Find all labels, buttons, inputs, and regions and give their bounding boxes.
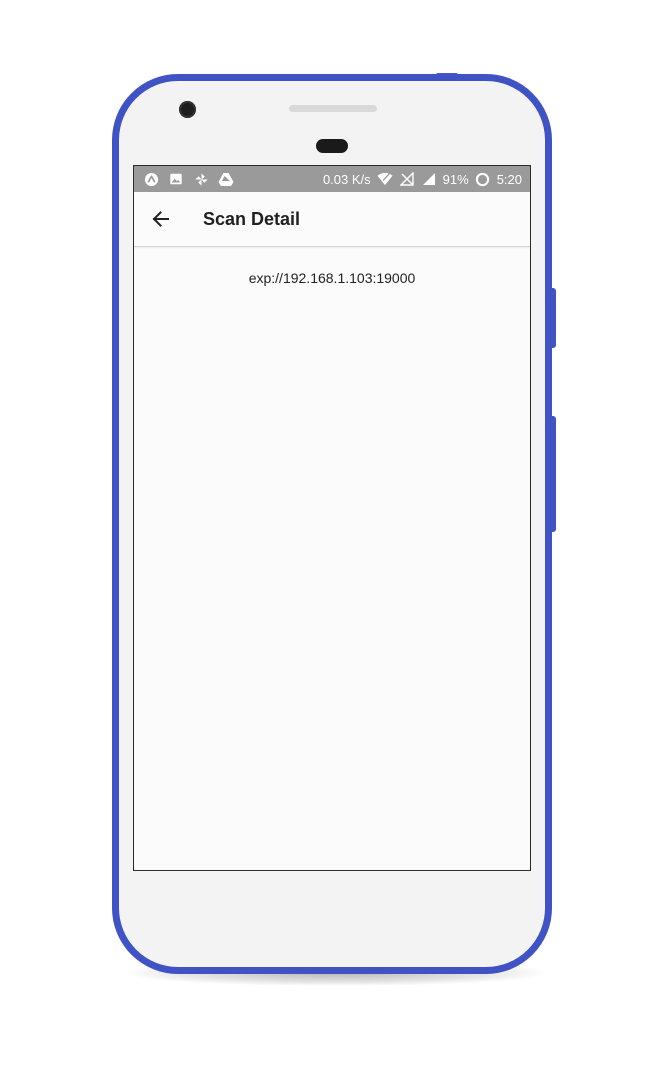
status-bar-notifications	[134, 171, 234, 187]
app-bar: Scan Detail	[134, 192, 530, 247]
status-bar-system: 0.03 K/s 91% 5:20	[323, 171, 530, 187]
earpiece-speaker	[289, 105, 377, 112]
image-icon	[168, 171, 184, 187]
sync-icon	[475, 171, 491, 187]
phone-screen: 0.03 K/s 91% 5:20 Scan Detail exp://192.…	[133, 165, 531, 871]
stage: 0.03 K/s 91% 5:20 Scan Detail exp://192.…	[0, 0, 668, 1069]
clock: 5:20	[496, 171, 522, 187]
scanned-url-text: exp://192.168.1.103:19000	[248, 270, 416, 286]
front-camera	[179, 101, 196, 118]
battery-percentage: 91%	[442, 171, 469, 187]
drive-icon	[218, 171, 234, 187]
cell-signal-icon	[421, 171, 437, 187]
status-bar: 0.03 K/s 91% 5:20	[134, 166, 530, 192]
network-speed: 0.03 K/s	[322, 171, 371, 187]
wifi-icon	[377, 171, 393, 187]
arrow-back-icon	[152, 211, 169, 227]
pinwheel-icon	[193, 171, 209, 187]
page-title: Scan Detail	[203, 208, 301, 229]
back-button[interactable]	[149, 207, 173, 231]
proximity-sensor	[316, 139, 348, 153]
expo-icon	[143, 171, 159, 187]
no-sim-signal-icon	[399, 171, 415, 187]
